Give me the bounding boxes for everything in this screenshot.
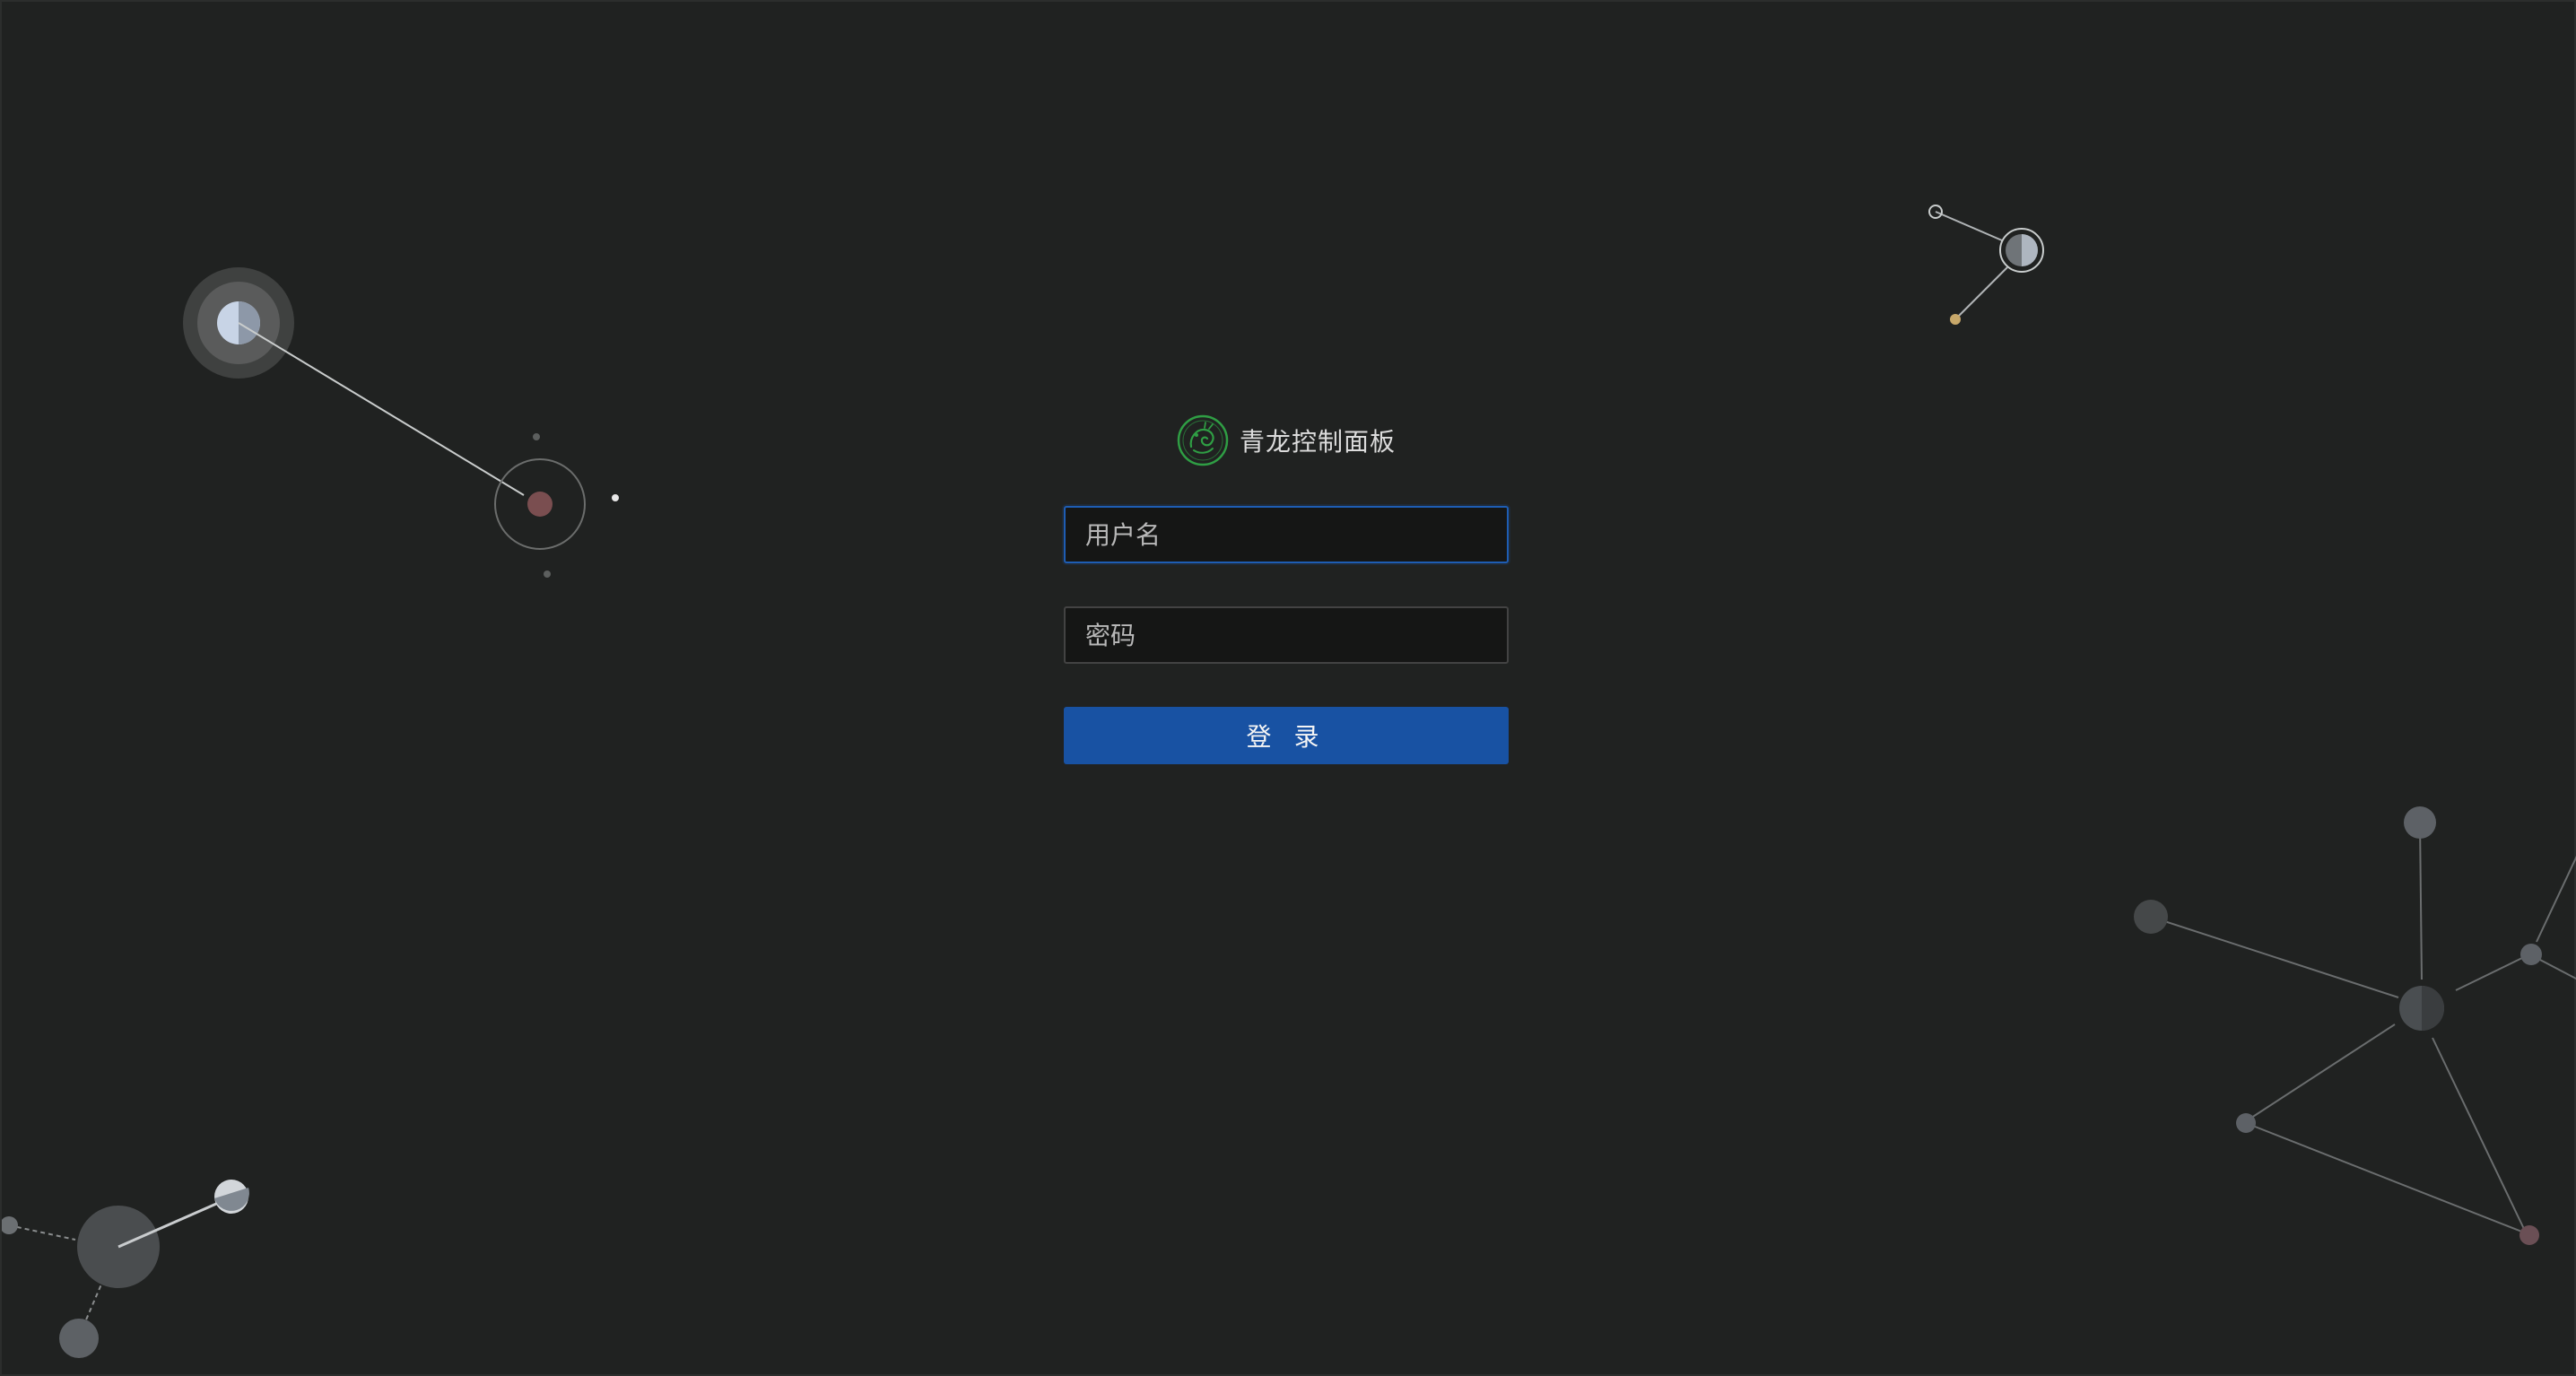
login-panel: 青龙控制面板 登 录 bbox=[1064, 413, 1509, 764]
constellation-bottom-right bbox=[2134, 806, 2576, 1245]
app-title: 青龙控制面板 bbox=[1239, 427, 1396, 457]
constellation-bottom-left bbox=[2, 1180, 249, 1358]
login-page: 青龙控制面板 登 录 bbox=[0, 0, 2576, 1376]
constellation-top-right bbox=[1928, 205, 2044, 325]
login-button[interactable]: 登 录 bbox=[1064, 707, 1509, 764]
username-input[interactable] bbox=[1064, 506, 1509, 563]
dragon-logo-icon bbox=[1177, 414, 1229, 466]
constellation-top-left bbox=[183, 267, 619, 578]
brand-header: 青龙控制面板 bbox=[1064, 413, 1509, 468]
password-input[interactable] bbox=[1064, 606, 1509, 664]
username-field-wrapper bbox=[1064, 506, 1509, 563]
password-field-wrapper bbox=[1064, 606, 1509, 664]
